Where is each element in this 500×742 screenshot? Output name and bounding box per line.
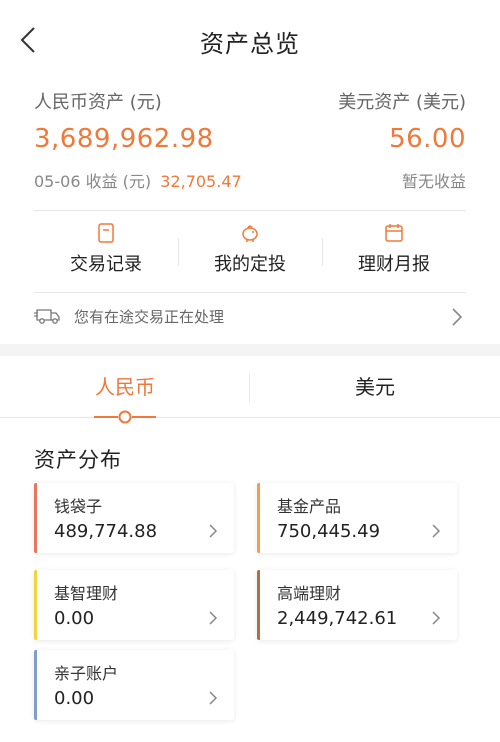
card-color-bar (34, 570, 37, 640)
asset-card-name: 钱袋子 (54, 497, 103, 516)
tab-rmb[interactable]: 人民币 (0, 356, 250, 418)
asset-card-value: 489,774.88 (54, 521, 158, 542)
quick-action-label: 理财月报 (358, 254, 430, 275)
piggy-bank-icon (242, 225, 258, 242)
card-color-bar (257, 483, 260, 553)
asset-card-value: 0.00 (54, 608, 95, 629)
quick-actions: 交易记录 我的定投 理财月报 (34, 212, 466, 290)
asset-summary: 人民币资产 (元) 美元资产 (美元) 3,689,962.98 56.00 0… (34, 88, 466, 198)
pending-transactions-text: 您有在途交易正在处理 (74, 308, 225, 326)
calendar-icon (385, 224, 403, 242)
chevron-right-icon (209, 611, 218, 625)
page-title: 资产总览 (200, 30, 300, 58)
document-icon (98, 223, 114, 243)
chevron-right-icon (209, 691, 218, 705)
usd-income-status: 暂无收益 (401, 172, 466, 191)
divider (34, 292, 466, 293)
quick-action-label: 交易记录 (70, 254, 142, 275)
rmb-asset-label: 人民币资产 (元) (34, 92, 162, 113)
asset-card-name: 亲子账户 (54, 664, 119, 683)
asset-card-name: 高端理财 (277, 584, 342, 603)
chevron-right-icon (432, 524, 441, 538)
tab-usd[interactable]: 美元 (250, 356, 500, 418)
chevron-right-icon (432, 611, 441, 625)
rmb-income-label: 05-06 收益 (元) (34, 172, 152, 191)
chevron-right-icon (209, 524, 218, 538)
usd-asset-amount: 56.00 (389, 124, 466, 154)
section-separator (0, 344, 500, 356)
rmb-income-row: 05-06 收益 (元) 32,705.47 (34, 168, 242, 192)
card-color-bar (257, 570, 260, 640)
asset-card-smart-wealth[interactable]: 基智理财 0.00 (34, 570, 234, 640)
divider (178, 238, 179, 266)
pending-transactions-row[interactable]: 您有在途交易正在处理 (34, 298, 466, 338)
asset-card-value: 2,449,742.61 (277, 608, 398, 629)
divider (322, 238, 323, 266)
rmb-asset-amount: 3,689,962.98 (34, 124, 214, 154)
card-color-bar (34, 483, 37, 553)
quick-action-monthly-report[interactable]: 理财月报 (322, 212, 466, 290)
asset-card-name: 基智理财 (54, 584, 119, 603)
truck-icon (34, 309, 60, 324)
quick-action-transactions[interactable]: 交易记录 (34, 212, 178, 290)
chevron-right-icon (452, 308, 463, 326)
quick-action-label: 我的定投 (214, 254, 286, 275)
asset-card-premium-wealth[interactable]: 高端理财 2,449,742.61 (257, 570, 457, 640)
asset-card-wallet[interactable]: 钱袋子 489,774.88 (34, 483, 234, 553)
asset-card-name: 基金产品 (277, 497, 342, 516)
nav-bar: 资产总览 (0, 0, 500, 80)
quick-action-investment-plan[interactable]: 我的定投 (178, 212, 322, 290)
section-title: 资产分布 (34, 448, 122, 472)
card-color-bar (34, 650, 37, 720)
divider (34, 210, 466, 211)
active-tab-indicator (94, 410, 156, 424)
asset-card-value: 750,445.49 (277, 521, 381, 542)
currency-tabs: 人民币 美元 (0, 356, 500, 424)
asset-card-value: 0.00 (54, 688, 95, 709)
asset-card-family-account[interactable]: 亲子账户 0.00 (34, 650, 234, 720)
rmb-income-value: 32,705.47 (160, 172, 242, 191)
asset-card-fund-products[interactable]: 基金产品 750,445.49 (257, 483, 457, 553)
usd-asset-label: 美元资产 (美元) (338, 92, 466, 113)
